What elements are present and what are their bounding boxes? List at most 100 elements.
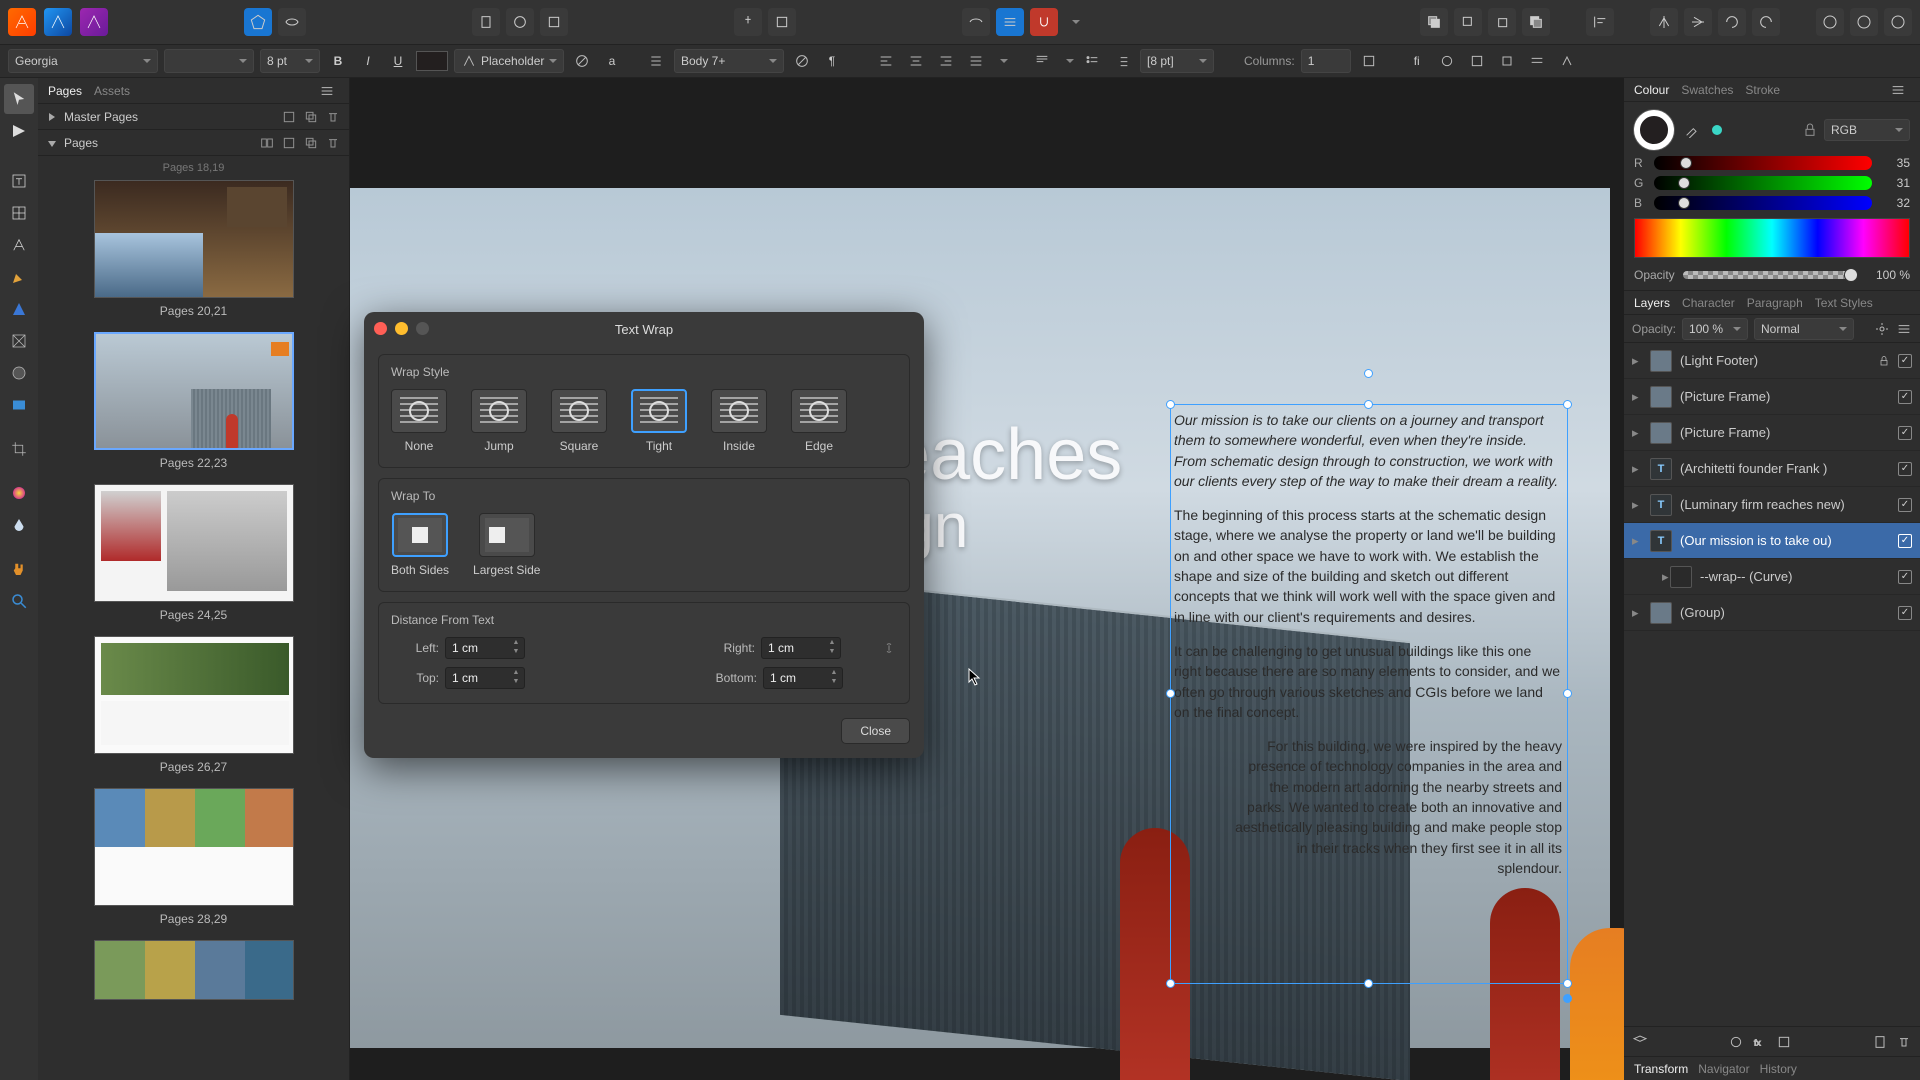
sync-icon[interactable]	[1850, 8, 1878, 36]
bottom-input[interactable]: 1 cm▲▼	[763, 667, 843, 689]
font-family-select[interactable]: Georgia	[8, 49, 158, 73]
vertical-align-icon[interactable]	[1030, 49, 1054, 73]
disclose-down-icon[interactable]	[46, 137, 58, 149]
layer-menu-icon[interactable]	[1896, 321, 1912, 337]
layer-list[interactable]: ▸(Light Footer)▸(Picture Frame)▸(Picture…	[1624, 343, 1920, 1026]
lock-icon[interactable]	[1802, 122, 1818, 138]
lock-icon[interactable]	[1878, 355, 1890, 367]
baseline-grid-icon[interactable]	[996, 8, 1024, 36]
visibility-checkbox[interactable]	[1898, 534, 1912, 548]
body-text-frame[interactable]: Our mission is to take our clients on a …	[1174, 410, 1562, 892]
add-page-icon[interactable]	[281, 135, 297, 151]
italic-button[interactable]: I	[356, 49, 380, 73]
shape-tool[interactable]	[4, 294, 34, 324]
bold-button[interactable]: B	[326, 49, 350, 73]
visibility-checkbox[interactable]	[1898, 354, 1912, 368]
disclose-icon[interactable]: ▸	[1632, 569, 1662, 585]
frame-text-tool[interactable]	[4, 166, 34, 196]
rotate-cw-icon[interactable]	[1752, 8, 1780, 36]
layer-blend-select[interactable]: Normal	[1754, 318, 1854, 340]
minimize-window-icon[interactable]	[395, 322, 408, 335]
swatches-tab[interactable]: Swatches	[1681, 83, 1733, 97]
back-one-icon[interactable]	[1454, 8, 1482, 36]
snapping-icon[interactable]	[1030, 8, 1058, 36]
align-right-text-icon[interactable]	[934, 49, 958, 73]
disclose-icon[interactable]: ▸	[1632, 389, 1642, 405]
rotate-ccw-icon[interactable]	[1718, 8, 1746, 36]
font-size-select[interactable]: 8 pt	[260, 49, 320, 73]
paragraph-tab[interactable]: Paragraph	[1747, 296, 1803, 310]
wrap-style-inside[interactable]: Inside	[711, 389, 767, 453]
duplicate-master-icon[interactable]	[303, 109, 319, 125]
forward-one-icon[interactable]	[1488, 8, 1516, 36]
page-thumb-22-23[interactable]: Pages 22,23	[38, 332, 349, 470]
opacity-slider[interactable]	[1683, 271, 1852, 279]
paragraph-pilcrow-icon[interactable]: ¶	[820, 49, 844, 73]
underline-button[interactable]: U	[386, 49, 410, 73]
text-wrap-dialog[interactable]: Text Wrap Wrap Style NoneJumpSquareTight…	[364, 312, 924, 758]
snapping-options-caret[interactable]	[1064, 8, 1080, 36]
panel-menu-icon[interactable]	[315, 79, 339, 103]
pin-icon[interactable]	[734, 8, 762, 36]
font-style-select[interactable]	[164, 49, 254, 73]
visibility-checkbox[interactable]	[1898, 390, 1912, 404]
baseline-icon[interactable]	[1525, 49, 1549, 73]
layer-row[interactable]: ▸(Light Footer)	[1624, 343, 1920, 379]
layer-opacity-select[interactable]: 100 %	[1682, 318, 1748, 340]
add-master-icon[interactable]	[281, 109, 297, 125]
page-thumb-30-31[interactable]	[38, 940, 349, 1000]
document-setup-icon[interactable]	[472, 8, 500, 36]
page-thumb-20-21[interactable]: Pages 20,21	[38, 180, 349, 318]
layer-row[interactable]: ▸--wrap-- (Curve)	[1624, 559, 1920, 595]
insert-field-icon[interactable]	[1495, 49, 1519, 73]
layer-row[interactable]: ▸T(Architetti founder Frank )	[1624, 451, 1920, 487]
top-input[interactable]: 1 cm▲▼	[445, 667, 525, 689]
visibility-checkbox[interactable]	[1898, 606, 1912, 620]
disclose-icon[interactable]: ▸	[1632, 425, 1642, 441]
artistic-text-tool[interactable]	[4, 230, 34, 260]
layers-tab[interactable]: Layers	[1634, 296, 1670, 310]
layer-options-icon[interactable]	[1874, 321, 1890, 337]
adjustment-icon[interactable]	[1728, 1034, 1744, 1050]
special-icon[interactable]	[1465, 49, 1489, 73]
account-icon[interactable]	[1816, 8, 1844, 36]
picture-frame-tool[interactable]	[4, 326, 34, 356]
visibility-checkbox[interactable]	[1898, 570, 1912, 584]
spin-up-icon[interactable]: ▲	[828, 669, 840, 678]
dialog-titlebar[interactable]: Text Wrap	[364, 312, 924, 346]
typography-icon[interactable]: a	[600, 49, 624, 73]
table-tool[interactable]	[4, 198, 34, 228]
node-tool[interactable]	[4, 116, 34, 146]
wrap-style-tight[interactable]: Tight	[631, 389, 687, 453]
persona-photo-icon[interactable]	[80, 8, 108, 36]
text-colour-swatch[interactable]	[416, 51, 448, 71]
align-left-icon[interactable]	[1586, 8, 1614, 36]
clear-para-style-icon[interactable]	[790, 49, 814, 73]
leading-value-select[interactable]: [8 pt]	[1140, 49, 1214, 73]
spin-down-icon[interactable]: ▼	[510, 678, 522, 687]
tint-dot-icon[interactable]	[1710, 123, 1724, 137]
spin-up-icon[interactable]: ▲	[510, 639, 522, 648]
disclose-icon[interactable]: ▸	[1632, 461, 1642, 477]
spin-up-icon[interactable]: ▲	[510, 669, 522, 678]
mask-icon[interactable]	[1776, 1034, 1792, 1050]
align-left-text-icon[interactable]	[874, 49, 898, 73]
duplicate-page-icon[interactable]	[303, 135, 319, 151]
show-special-icon[interactable]	[1555, 49, 1579, 73]
colour-tab[interactable]: Colour	[1634, 83, 1669, 97]
disclose-icon[interactable]: ▸	[1632, 353, 1642, 369]
r-slider[interactable]	[1654, 156, 1872, 170]
help-icon[interactable]	[1884, 8, 1912, 36]
wrap-style-none[interactable]: None	[391, 389, 447, 453]
delete-layer-icon[interactable]	[1896, 1034, 1912, 1050]
hyphenation-icon[interactable]	[1435, 49, 1459, 73]
text-frame-icon[interactable]	[1357, 49, 1381, 73]
b-slider[interactable]	[1654, 196, 1872, 210]
preview-icon[interactable]	[278, 8, 306, 36]
hue-picker[interactable]	[1634, 218, 1910, 258]
valign-more-caret[interactable]	[1060, 49, 1074, 73]
disclose-icon[interactable]: ▸	[1632, 605, 1642, 621]
delete-master-icon[interactable]	[325, 109, 341, 125]
layer-mask-icon[interactable]	[1632, 1034, 1648, 1050]
visibility-checkbox[interactable]	[1898, 426, 1912, 440]
